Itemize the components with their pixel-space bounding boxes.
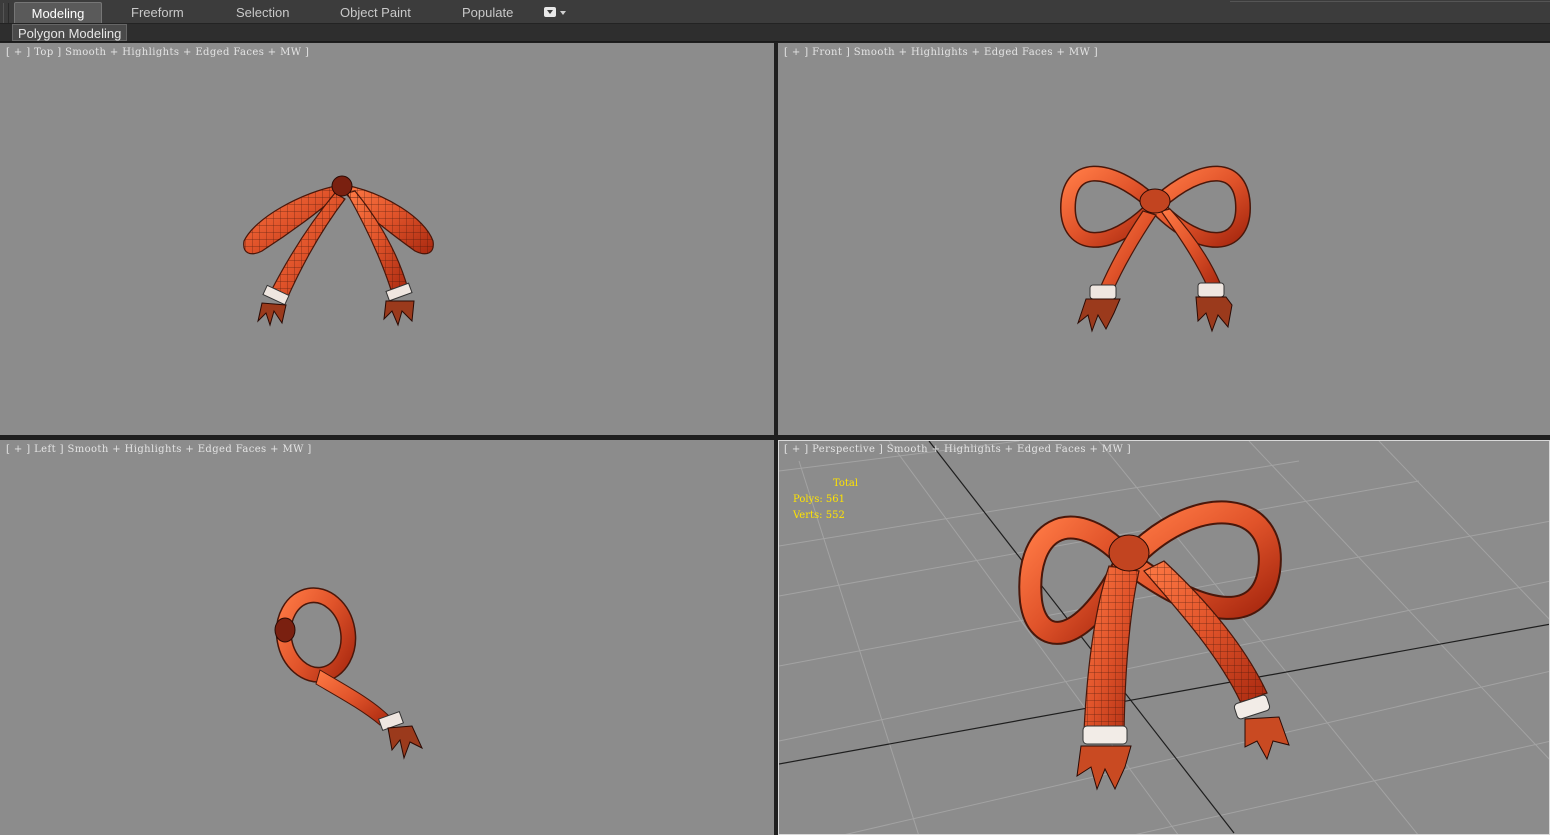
stats-verts-label: Verts: (793, 510, 823, 521)
viewport-label-top[interactable]: [ + ] Top ] Smooth + Highlights + Edged … (6, 47, 309, 58)
stats-polys-value: 561 (825, 494, 845, 505)
tab-selection[interactable]: Selection (236, 2, 289, 23)
tab-object-paint[interactable]: Object Paint (340, 2, 411, 23)
polygon-modeling-panel-button[interactable]: Polygon Modeling (12, 24, 128, 41)
viewport-left[interactable]: [ + ] Left ] Smooth + Highlights + Edged… (0, 440, 774, 835)
ribbon-grip-handle[interactable] (3, 3, 9, 23)
stats-verts-value: 552 (825, 510, 845, 521)
ribbon-tab-bar: Modeling Freeform Selection Object Paint… (0, 0, 1550, 24)
tab-modeling[interactable]: Modeling (14, 2, 102, 23)
stats-polys-row: Polys: 561 (793, 492, 858, 508)
viewport-label-perspective[interactable]: [ + ] Perspective ] Smooth + Highlights … (784, 444, 1131, 455)
ribbon-bow-model-left[interactable] (0, 440, 774, 835)
ribbon-toggle-icon (544, 7, 556, 17)
stats-polys-label: Polys: (793, 494, 823, 505)
stats-verts-row: Verts: 552 (793, 508, 858, 524)
tab-populate[interactable]: Populate (462, 2, 513, 23)
tab-freeform[interactable]: Freeform (131, 2, 184, 23)
viewport-perspective[interactable]: [ + ] Perspective ] Smooth + Highlights … (778, 440, 1550, 835)
ribbon-bow-model-top[interactable] (0, 43, 774, 435)
ribbon-bow-model-front[interactable] (778, 43, 1550, 435)
ribbon-bow-model-perspective[interactable] (779, 441, 1550, 835)
stats-total-header: Total (833, 478, 859, 489)
ribbon-options-dropdown[interactable] (544, 7, 566, 19)
viewport-top[interactable]: [ + ] Top ] Smooth + Highlights + Edged … (0, 43, 774, 435)
viewport-label-front[interactable]: [ + ] Front ] Smooth + Highlights + Edge… (784, 47, 1098, 58)
viewport-front[interactable]: [ + ] Front ] Smooth + Highlights + Edge… (778, 43, 1550, 435)
divider (1230, 1, 1550, 2)
ribbon-panel-bar: Polygon Modeling (0, 24, 1550, 42)
scene-statistics: Total Polys: 561 Verts: 552 (793, 476, 858, 524)
chevron-down-icon (560, 11, 566, 15)
viewport-label-left[interactable]: [ + ] Left ] Smooth + Highlights + Edged… (6, 444, 312, 455)
